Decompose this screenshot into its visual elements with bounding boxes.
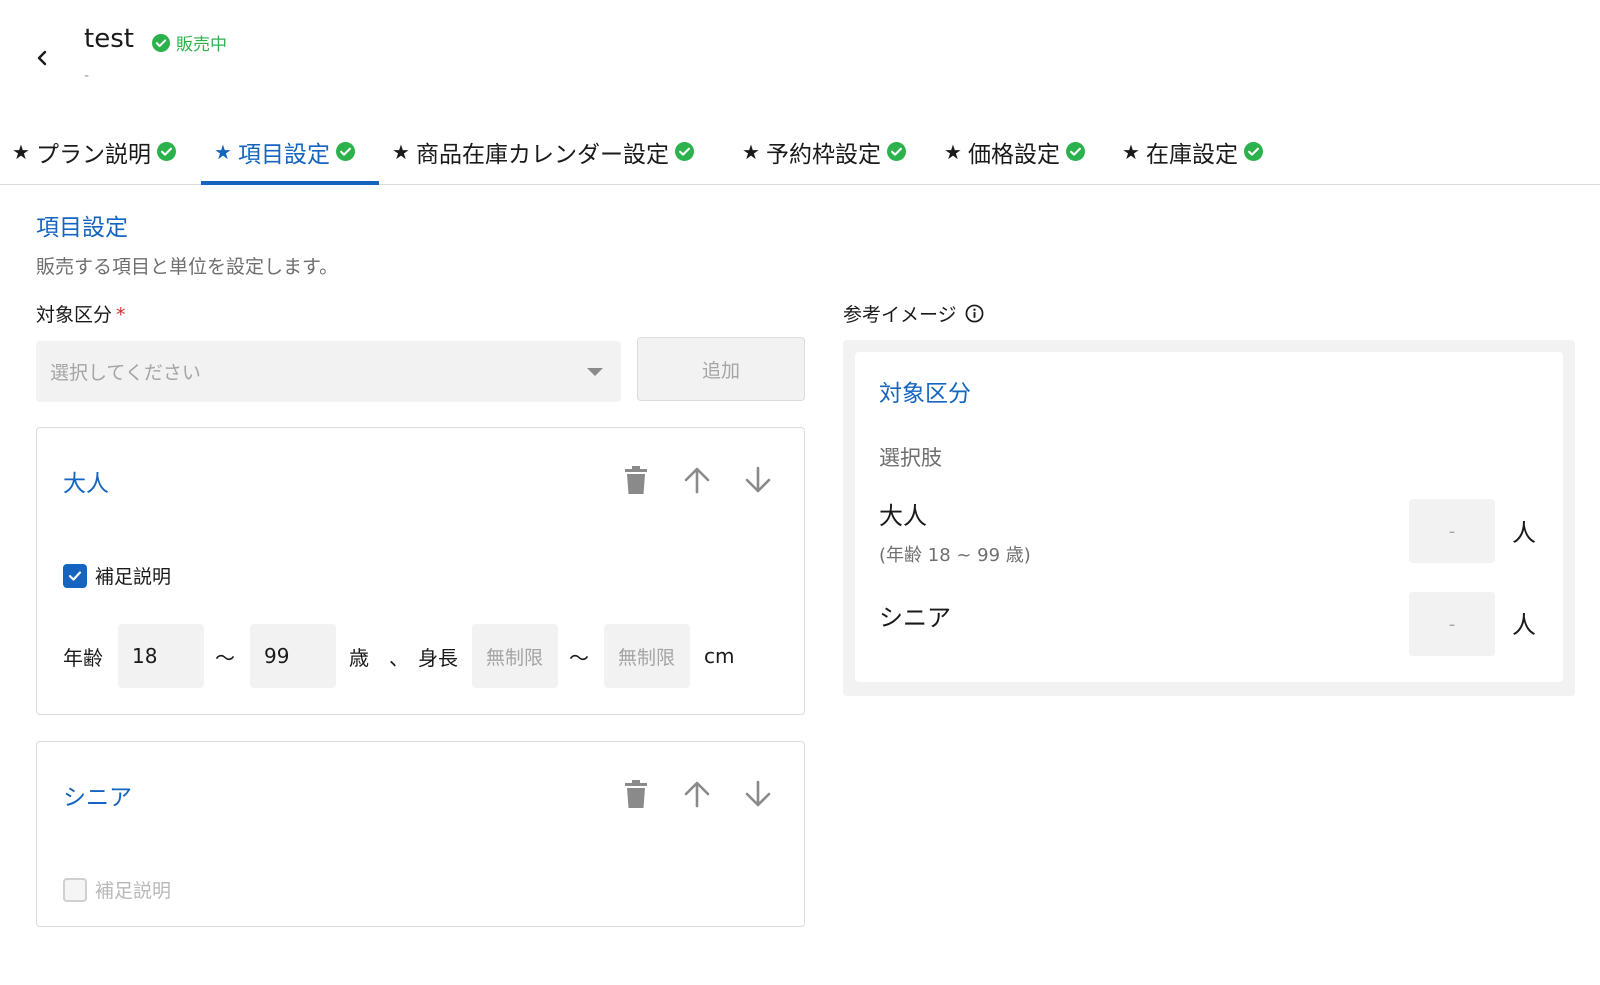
- tab-label: 項目設定: [237, 141, 330, 168]
- section-title: 項目設定: [36, 215, 128, 241]
- move-down-button[interactable]: [744, 778, 772, 810]
- item-card-adult: 大人 補足説明 年齢 18 〜 99 歳 、 身長 無制限 〜 無制限 cm: [36, 427, 805, 715]
- page-subtitle: -: [84, 68, 90, 84]
- delete-button[interactable]: [622, 778, 650, 810]
- reference-item-note: (年齢 18 ~ 99 歳): [879, 545, 1031, 566]
- required-mark: *: [116, 304, 126, 326]
- age-max-input[interactable]: 99: [250, 624, 336, 688]
- star-icon: ★: [392, 139, 410, 164]
- height-label: 身長: [418, 645, 458, 670]
- check-circle-icon: [674, 142, 694, 161]
- target-category-label: 対象区分 *: [36, 300, 126, 327]
- reference-title: 対象区分: [879, 381, 971, 407]
- star-icon: ★: [944, 139, 962, 164]
- back-button[interactable]: [28, 44, 56, 72]
- tab-booking-slots[interactable]: ★ 予約枠設定: [742, 118, 906, 185]
- tab-bar: ★ プラン説明 ★ 項目設定 ★ 商品在庫カレンダー設定 ★ 予約枠設定 ★ 価…: [0, 118, 1600, 185]
- tab-label: 在庫設定: [1145, 141, 1238, 168]
- check-circle-icon: [152, 33, 170, 52]
- check-circle-icon: [1065, 142, 1085, 161]
- reference-preview: 対象区分 選択肢 大人 (年齢 18 ~ 99 歳) - 人 シニア - 人: [843, 340, 1575, 696]
- arrow-up-icon: [684, 781, 710, 808]
- info-icon[interactable]: [965, 304, 984, 323]
- item-name: シニア: [63, 785, 132, 811]
- check-circle-icon: [335, 142, 355, 161]
- reference-qty-box: -: [1409, 592, 1495, 656]
- field-label-text: 対象区分: [36, 304, 113, 326]
- delete-button[interactable]: [622, 464, 650, 496]
- reference-qty-box: -: [1409, 499, 1495, 563]
- target-category-select[interactable]: 選択してください: [36, 341, 621, 402]
- age-label: 年齢: [63, 645, 103, 670]
- tab-item-settings[interactable]: ★ 項目設定: [214, 118, 355, 185]
- tab-label: 予約枠設定: [765, 141, 881, 168]
- arrow-down-icon: [745, 466, 771, 493]
- note-checkbox[interactable]: [63, 877, 87, 902]
- tab-label: 価格設定: [967, 141, 1060, 168]
- note-checkbox-label: 補足説明: [95, 566, 172, 588]
- tab-plan-description[interactable]: ★ プラン説明: [12, 118, 176, 185]
- chevron-left-icon: [37, 50, 47, 66]
- age-height-range: 年齢 18 〜 99 歳 、 身長 無制限 〜 無制限 cm: [63, 624, 783, 688]
- move-down-button[interactable]: [744, 464, 772, 496]
- height-max-input[interactable]: 無制限: [604, 624, 690, 688]
- arrow-up-icon: [684, 467, 710, 494]
- check-circle-icon: [1243, 142, 1263, 161]
- note-checkbox[interactable]: [63, 563, 87, 588]
- check-circle-icon: [886, 142, 906, 161]
- move-up-button[interactable]: [683, 778, 711, 810]
- check-circle-icon: [156, 142, 176, 161]
- active-tab-indicator: [201, 181, 379, 185]
- reference-item-name: 大人: [879, 502, 927, 530]
- item-name: 大人: [63, 471, 109, 497]
- tab-stock-settings[interactable]: ★ 在庫設定: [1122, 118, 1263, 185]
- range-tilde-2: 〜: [569, 645, 589, 670]
- status-badge: 販売中: [152, 30, 227, 55]
- caret-down-icon: [587, 368, 603, 376]
- star-icon: ★: [742, 139, 760, 164]
- select-placeholder: 選択してください: [50, 362, 201, 384]
- arrow-down-icon: [745, 780, 771, 807]
- reference-unit: 人: [1512, 519, 1536, 547]
- check-icon: [68, 570, 82, 581]
- item-card-senior: シニア 補足説明: [36, 741, 805, 927]
- tab-label: 商品在庫カレンダー設定: [415, 141, 669, 168]
- star-icon: ★: [12, 139, 30, 164]
- note-checkbox-label: 補足説明: [95, 880, 172, 902]
- height-unit: cm: [704, 644, 735, 668]
- separator: 、: [389, 645, 409, 670]
- tab-price-settings[interactable]: ★ 価格設定: [944, 118, 1085, 185]
- page-title: test: [84, 24, 134, 54]
- age-min-input[interactable]: 18: [118, 624, 204, 688]
- range-tilde: 〜: [215, 645, 235, 670]
- star-icon: ★: [1122, 139, 1140, 164]
- item-actions: [622, 464, 772, 496]
- height-min-input[interactable]: 無制限: [472, 624, 558, 688]
- trash-icon: [625, 466, 647, 494]
- move-up-button[interactable]: [683, 464, 711, 496]
- page-header: test 販売中 -: [0, 0, 1600, 110]
- tab-label: プラン説明: [35, 141, 151, 168]
- reference-label: 参考イメージ: [843, 300, 984, 327]
- item-actions: [622, 778, 772, 810]
- add-button[interactable]: 追加: [637, 337, 805, 401]
- note-checkbox-row: 補足説明: [63, 876, 171, 903]
- status-text: 販売中: [176, 35, 227, 55]
- section-description: 販売する項目と単位を設定します。: [36, 256, 339, 278]
- note-checkbox-row: 補足説明: [63, 562, 171, 589]
- age-unit: 歳: [349, 645, 369, 670]
- trash-icon: [625, 780, 647, 808]
- reference-preview-card: 対象区分 選択肢 大人 (年齢 18 ~ 99 歳) - 人 シニア - 人: [855, 352, 1563, 682]
- star-icon: ★: [214, 139, 232, 164]
- reference-label-text: 参考イメージ: [843, 304, 957, 326]
- tab-inventory-calendar[interactable]: ★ 商品在庫カレンダー設定: [392, 118, 694, 185]
- reference-unit: 人: [1512, 611, 1536, 639]
- reference-item-name: シニア: [879, 604, 951, 632]
- reference-subtitle: 選択肢: [879, 446, 942, 470]
